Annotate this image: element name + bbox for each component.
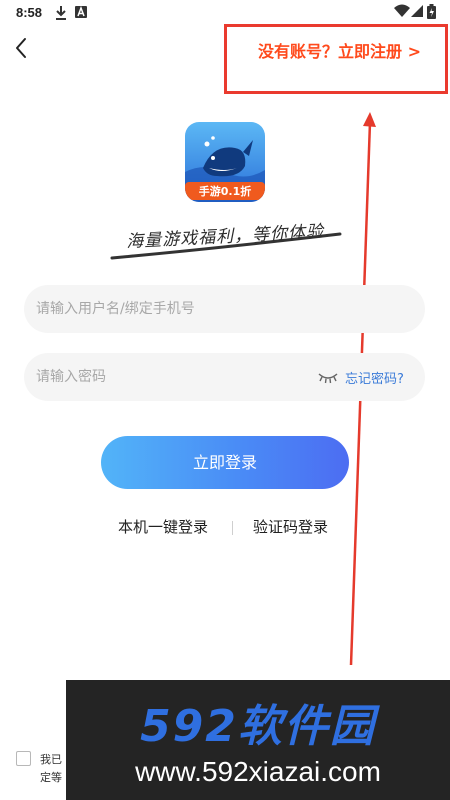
divider [232,521,233,535]
register-link[interactable]: 没有账号？立即注册 > [258,38,421,62]
watermark-banner: 592软件园 www.592xiazai.com [66,680,450,800]
back-button[interactable] [10,36,34,60]
password-input[interactable] [36,353,306,401]
status-time: 8:58 [16,5,43,20]
status-bar: 8:58 [0,0,450,26]
alt-login-row: 本机一键登录 验证码登录 [0,516,450,540]
app-logo: 手游0.1折 [185,122,265,202]
username-field[interactable] [24,285,425,333]
username-input[interactable] [36,285,306,333]
watermark-url: www.592xiazai.com [135,756,381,787]
sms-code-login-link[interactable]: 验证码登录 [253,516,328,537]
a-box-icon [75,5,87,18]
agreement-text: 我已 [40,753,62,766]
eye-closed-icon[interactable] [317,369,339,385]
signal-icon [411,5,423,17]
watermark-title: 592软件园 [140,701,376,752]
logo-badge-text: 手游0.1折 [198,185,252,198]
agreement-checkbox[interactable] [16,751,31,766]
one-click-login-link[interactable]: 本机一键登录 [118,516,208,537]
agreement-text-2: 定等 [40,771,62,784]
battery-icon [427,4,436,19]
download-icon [56,6,66,20]
password-field[interactable]: 忘记密码? [24,353,425,401]
forgot-password-link[interactable]: 忘记密码? [345,368,404,387]
wifi-icon [394,4,410,17]
login-button[interactable]: 立即登录 [101,436,349,489]
